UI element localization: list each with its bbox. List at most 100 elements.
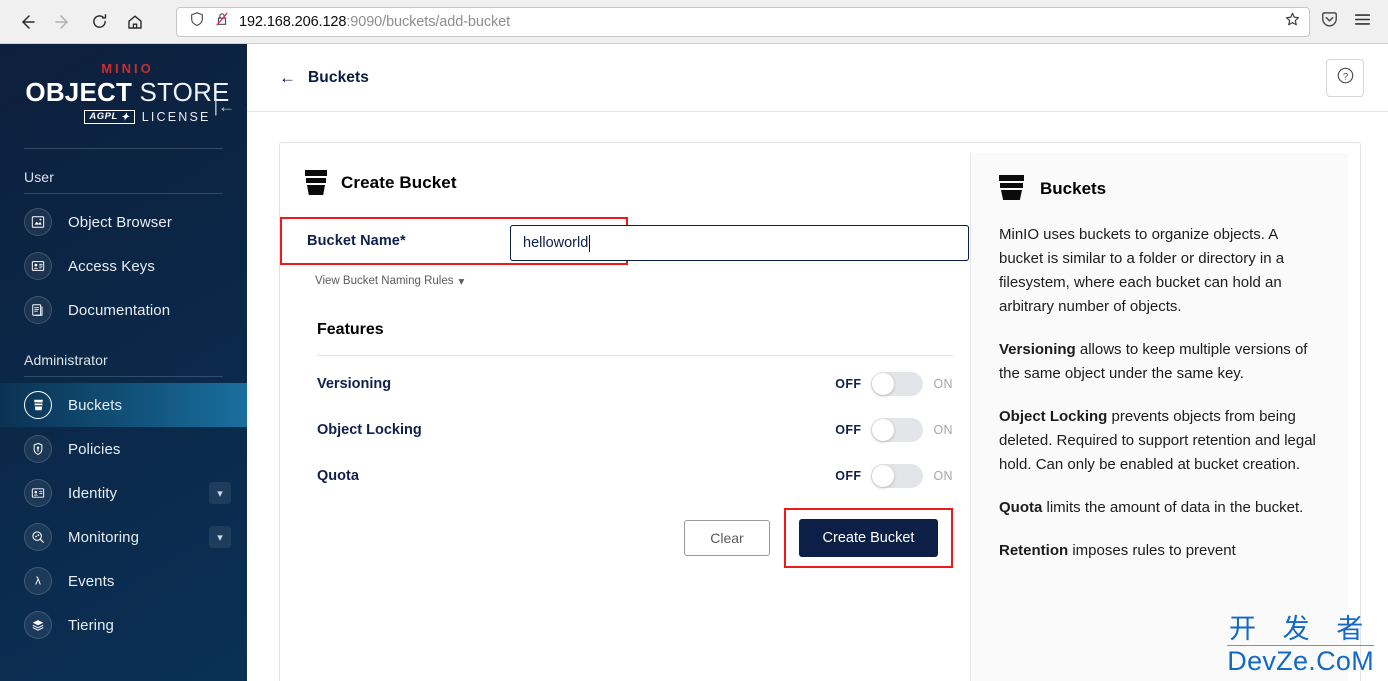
main-content: ← Buckets ? Create Bucket Bucket Name* h… (247, 44, 1388, 681)
url-text: 192.168.206.128:9090/buckets/add-bucket (239, 13, 511, 30)
help-title-row: Buckets (999, 175, 1322, 203)
sidebar: |← MINIO OBJECT STORE AGPL ✦ LICENSE User… (0, 44, 247, 681)
reload-button[interactable] (82, 6, 116, 38)
leaf-icon: ✦ (120, 112, 130, 124)
feature-row-quota: Quota OFF ON (317, 458, 953, 494)
sidebar-item-identity[interactable]: Identity ▾ (0, 471, 247, 515)
quota-toggle[interactable] (871, 464, 924, 488)
help-term: Versioning (999, 341, 1076, 358)
shield-icon[interactable] (189, 11, 205, 32)
toggle-knob (872, 419, 895, 441)
create-bucket-highlight: Create Bucket (784, 508, 953, 568)
home-icon (126, 13, 144, 31)
feature-label: Versioning (317, 376, 392, 392)
browser-toolbar: 192.168.206.128:9090/buckets/add-bucket (0, 0, 1388, 44)
section-rule (24, 376, 223, 378)
bucket-name-label: Bucket Name* (307, 233, 406, 249)
sidebar-item-object-browser[interactable]: Object Browser (0, 200, 247, 244)
help-paragraph: Versioning allows to keep multiple versi… (999, 341, 1308, 382)
create-bucket-card: Create Bucket Bucket Name* helloworld Vi… (279, 142, 1361, 681)
bucket-icon (305, 170, 327, 195)
sidebar-item-label: Policies (68, 440, 121, 458)
naming-rules-label: View Bucket Naming Rules (315, 275, 454, 287)
feature-row-object-locking: Object Locking OFF ON (317, 412, 953, 448)
chevron-down-icon[interactable]: ▾ (209, 526, 231, 549)
sidebar-item-documentation[interactable]: Documentation (0, 288, 247, 332)
object-store-wordmark: OBJECT STORE (25, 77, 230, 107)
versioning-toggle-group[interactable]: OFF ON (835, 372, 953, 396)
sidebar-section-user: User (24, 169, 54, 186)
help-button[interactable]: ? (1326, 58, 1364, 97)
permissions-blocked-icon[interactable] (214, 11, 230, 32)
features-divider (317, 355, 953, 356)
svg-text:λ: λ (35, 576, 41, 588)
help-term: Retention (999, 542, 1069, 559)
help-term: Object Locking (999, 408, 1108, 425)
toggle-off-label: OFF (835, 469, 862, 483)
object-browser-icon (24, 208, 52, 237)
back-button[interactable] (10, 6, 44, 38)
minio-console: |← MINIO OBJECT STORE AGPL ✦ LICENSE User… (0, 44, 1388, 681)
license-label: LICENSE (141, 110, 211, 125)
object-locking-toggle-group[interactable]: OFF ON (835, 418, 953, 442)
buckets-icon (24, 391, 52, 420)
browser-chrome-right (1320, 10, 1378, 34)
toggle-on-label: ON (933, 423, 953, 437)
collapse-sidebar-icon[interactable]: |← (214, 98, 235, 115)
clear-button[interactable]: Clear (684, 520, 770, 556)
bucket-icon (999, 175, 1024, 203)
view-bucket-naming-rules-link[interactable]: View Bucket Naming Rules ▾ (315, 274, 464, 288)
chevron-down-icon[interactable]: ▾ (209, 482, 231, 505)
toggle-off-label: OFF (835, 423, 862, 437)
bucket-name-value: helloworld (523, 235, 589, 251)
features-heading: Features (317, 321, 384, 338)
text-caret (589, 234, 591, 252)
sidebar-item-label: Buckets (68, 396, 123, 414)
sidebar-item-label: Access Keys (68, 257, 155, 275)
events-lambda-icon: λ (24, 567, 52, 596)
object-locking-toggle[interactable] (871, 418, 924, 442)
toggle-off-label: OFF (835, 377, 862, 391)
sidebar-item-label: Events (68, 572, 115, 590)
versioning-toggle[interactable] (871, 372, 924, 396)
reload-icon (91, 13, 108, 30)
sidebar-logo[interactable]: |← MINIO OBJECT STORE AGPL ✦ LICENSE (0, 44, 247, 125)
form-title-row: Create Bucket (305, 170, 965, 195)
sidebar-item-label: Object Browser (68, 213, 172, 231)
quota-toggle-group[interactable]: OFF ON (835, 464, 953, 488)
sidebar-item-label: Tiering (68, 616, 114, 634)
toggle-knob (872, 465, 895, 487)
sidebar-item-buckets[interactable]: Buckets (0, 383, 247, 428)
sidebar-item-monitoring[interactable]: Monitoring ▾ (0, 515, 247, 559)
access-keys-icon (24, 252, 52, 281)
home-button[interactable] (118, 6, 152, 38)
hamburger-menu-icon[interactable] (1353, 10, 1372, 34)
form-actions: Clear Create Bucket (317, 508, 953, 568)
documentation-icon (24, 296, 52, 325)
help-question-icon: ? (1336, 66, 1355, 90)
sidebar-item-label: Identity (68, 484, 118, 502)
breadcrumb-back-buckets[interactable]: ← Buckets (279, 69, 369, 87)
sidebar-item-access-keys[interactable]: Access Keys (0, 244, 247, 288)
sidebar-item-policies[interactable]: Policies (0, 427, 247, 471)
sidebar-section-administrator: Administrator (24, 352, 108, 369)
create-bucket-button[interactable]: Create Bucket (799, 519, 938, 557)
identity-icon (24, 479, 52, 508)
chevron-down-icon: ▾ (458, 276, 465, 288)
section-rule (24, 193, 223, 195)
agpl-badge: AGPL ✦ (84, 110, 135, 125)
sidebar-item-label: Monitoring (68, 528, 140, 546)
bucket-name-input[interactable]: helloworld (510, 225, 969, 261)
pocket-icon[interactable] (1320, 10, 1339, 34)
sidebar-item-tiering[interactable]: Tiering (0, 603, 247, 647)
star-icon[interactable] (1284, 11, 1301, 33)
page-title: Buckets (308, 68, 370, 86)
help-term: Quota (999, 499, 1043, 516)
forward-arrow-icon (54, 13, 72, 31)
feature-label: Object Locking (317, 422, 422, 438)
sidebar-item-events[interactable]: λ Events (0, 559, 247, 603)
svg-text:?: ? (1342, 71, 1347, 82)
page-header: ← Buckets ? (247, 44, 1388, 112)
forward-button[interactable] (46, 6, 80, 38)
address-bar[interactable]: 192.168.206.128:9090/buckets/add-bucket (176, 6, 1310, 37)
